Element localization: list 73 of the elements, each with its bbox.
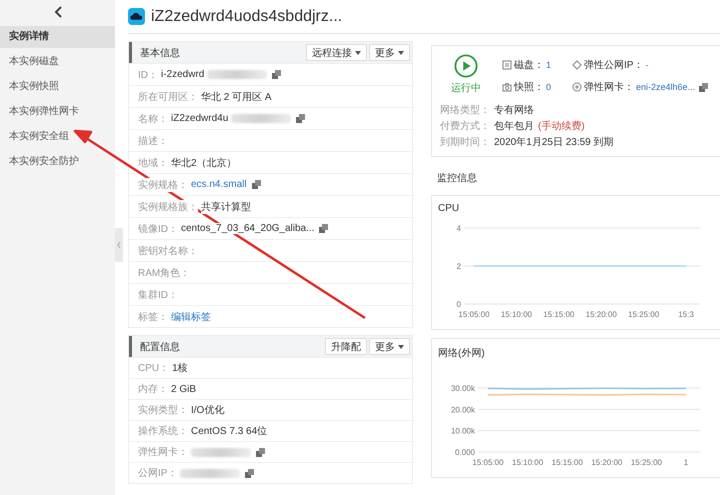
y-tick-label: 4 [456,224,461,233]
stat-value[interactable]: eni-2ze4lh6e... [636,82,696,92]
section-title: 监控信息 [437,172,478,185]
field-value: 共享计算型 [201,200,251,214]
copy-icon[interactable] [245,468,254,478]
dropdown-button[interactable]: 更多 [369,44,410,61]
field-link[interactable]: ecs.n4.small [191,179,247,190]
field-link[interactable]: 编辑标签 [171,310,211,324]
copy-icon[interactable] [252,180,261,189]
field-value: CentOS 7.3 64位 [191,424,268,438]
detail-value: 2020年1月25日 23:59 到期 [494,136,614,149]
copy-icon[interactable] [296,114,306,123]
x-tick-label: 15:05:00 [458,310,490,319]
dropdown-button[interactable]: 远程连接 [306,44,367,61]
x-tick-label: 15:05:00 [472,458,504,467]
chart-title: 网络(外网) [438,347,486,360]
x-tick-label: 15:25:00 [628,310,660,319]
stat-value: - [645,60,648,70]
field-value: 2 GiB [171,384,196,394]
x-tick-label: 15:20:00 [591,458,622,467]
collapse-handle[interactable] [115,228,123,262]
diamond-icon [572,60,582,70]
sidebar-item[interactable]: 本实例快照 [0,76,62,98]
field-value: i-2zedwrd [161,69,204,80]
camera-icon [502,82,512,92]
stat-label: 弹性网卡： [584,80,634,94]
copy-icon[interactable] [699,82,708,92]
x-tick-label: 15:15:00 [552,458,583,467]
stat-value: 1 [546,60,552,70]
field-value: 1核 [172,361,188,375]
chevron-left-icon[interactable] [54,6,62,18]
action-button[interactable]: 升降配 [325,338,367,355]
sidebar-item[interactable]: 本实例磁盘 [0,51,62,73]
field-value: iZ2zedwrd4u [171,113,228,124]
field-value: 华北 2 可用区 A [201,90,272,104]
stat-label: 快照： [514,80,544,94]
y-tick-label: 10.00k [450,426,475,436]
dropdown-button[interactable]: 更多 [369,338,410,355]
y-tick-label: 0 [456,300,461,309]
y-tick-label: 0.000 [454,448,475,457]
sidebar-item[interactable]: 本实例弹性网卡 [0,101,82,123]
page-title: iZ2zedwrd4uods4sbddjrz... [151,8,342,26]
x-tick-label: 15:15:00 [543,310,574,319]
field-label: 实例规格族： [138,200,198,214]
copy-icon[interactable] [272,70,282,79]
field-value: centos_7_03_64_20G_aliba... [181,223,314,234]
stat-label: 磁盘： [514,59,544,72]
x-tick-label: 15:10:00 [512,458,544,467]
x-tick-label: 1 [684,458,688,467]
copy-icon[interactable] [319,224,328,233]
detail-note: (手动续费) [538,120,585,133]
field-value: I/O优化 [191,403,224,417]
detail-value: 专有网络 [494,104,534,117]
sidebar-item[interactable]: 本实例安全防护 [0,151,82,173]
x-tick-label: 15:10:00 [500,310,532,319]
detail-value: 包年包月 [494,120,534,133]
network-card-icon [572,82,582,92]
y-tick-label: 20.00k [450,405,475,414]
status-label: 运行中 [451,82,481,95]
y-tick-label: 30.00k [450,384,475,393]
chart-title: CPU [438,203,460,214]
copy-icon[interactable] [256,448,265,456]
panel-title: 基本信息 [140,46,180,60]
x-tick-label: 15:25:00 [630,458,662,467]
x-tick-label: 15:20:00 [586,310,617,319]
panel-title: 配置信息 [140,340,180,354]
stat-label: 弹性公网IP： [584,58,644,72]
cloud-icon [128,8,145,25]
x-tick-label: 15:3 [678,310,694,319]
sidebar-item[interactable]: 本实例安全组 [0,126,72,148]
sidebar-item[interactable]: 实例详情 [0,26,115,48]
stat-value: 0 [546,82,552,92]
y-tick-label: 2 [456,262,461,271]
